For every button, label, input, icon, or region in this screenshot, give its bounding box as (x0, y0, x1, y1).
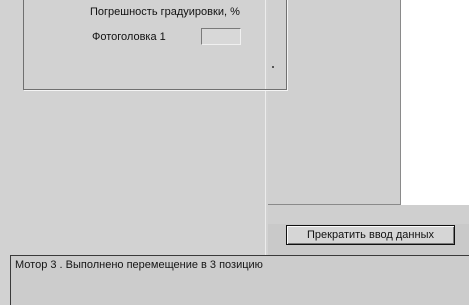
photohead-value-field[interactable] (201, 28, 241, 45)
blank-view-area (400, 0, 469, 205)
divider (268, 204, 401, 205)
calibration-error-label-container: Погрешность градуировки, % (90, 3, 260, 19)
right-panel-lower (268, 205, 469, 224)
stop-data-input-button[interactable]: Прекратить ввод данных (286, 225, 455, 245)
status-message: Мотор 3 . Выполнено перемещение в 3 пози… (15, 259, 263, 271)
status-log-box: Мотор 3 . Выполнено перемещение в 3 пози… (10, 255, 469, 305)
artifact-dot (272, 66, 274, 68)
photohead-label: Фотоголовка 1 (92, 31, 166, 43)
calibration-error-label: Погрешность градуировки, % (90, 6, 240, 18)
